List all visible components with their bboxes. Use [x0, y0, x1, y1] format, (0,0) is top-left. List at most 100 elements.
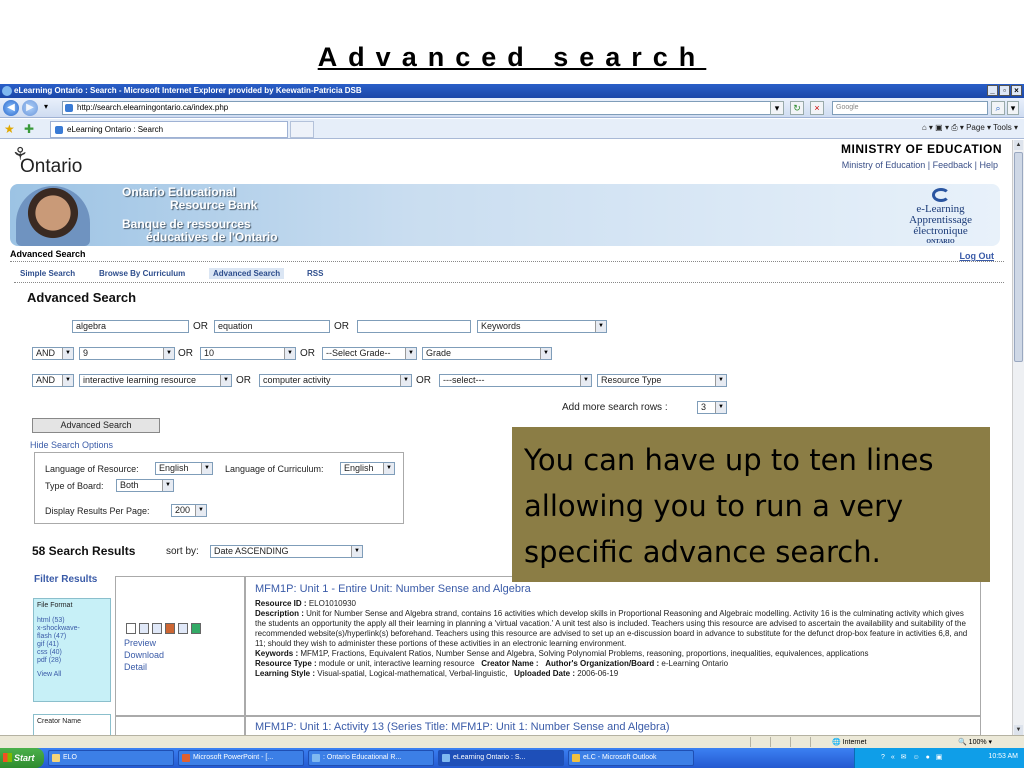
operator-select-3[interactable]: AND — [32, 374, 74, 387]
search-term-1[interactable]: algebra — [72, 320, 189, 333]
field-select-3[interactable]: Resource Type — [597, 374, 727, 387]
search-icon[interactable]: ⌕ — [991, 101, 1005, 115]
slide-title: Advanced search — [317, 42, 707, 72]
filter-option[interactable]: pdf (28) — [37, 657, 107, 665]
add-favorite-icon[interactable]: ✚ — [24, 122, 34, 136]
command-bar[interactable]: ⌂ ▾ ▣ ▾ ⎙ ▾ Page ▾ Tools ▾ — [922, 123, 1018, 133]
per-page-select[interactable]: 200 — [171, 504, 207, 517]
student-photo — [16, 186, 90, 246]
format-icons — [126, 623, 201, 634]
lang-curriculum-select[interactable]: English — [340, 462, 395, 475]
taskbar-item-elearning[interactable]: eLearning Ontario : S... — [438, 750, 564, 766]
download-link[interactable]: Download — [124, 649, 164, 661]
scroll-up-icon[interactable]: ▲ — [1014, 140, 1023, 150]
status-segment — [750, 737, 768, 747]
restore-button[interactable]: ▫ — [999, 85, 1010, 96]
resource-id: ELO1010930 — [308, 599, 356, 608]
address-dropdown-button[interactable]: ▾ — [770, 101, 784, 115]
board-label: Type of Board: — [45, 481, 104, 491]
scroll-thumb[interactable] — [1014, 152, 1023, 362]
or-label: OR — [236, 375, 251, 386]
grade-select-2[interactable]: 10 — [200, 347, 296, 360]
board-select[interactable]: Both — [116, 479, 174, 492]
print-icon[interactable]: ⎙ ▾ — [951, 123, 964, 132]
refresh-icon[interactable]: ↻ — [790, 101, 804, 115]
section-title-row: Advanced Search Log Out — [10, 249, 1004, 262]
address-input[interactable]: http://search.elearningontario.ca/index.… — [62, 101, 784, 115]
hide-options-link[interactable]: Hide Search Options — [30, 440, 113, 450]
detail-link[interactable]: Detail — [124, 661, 164, 673]
field-select-1[interactable]: Keywords — [477, 320, 607, 333]
lang-resource-label: Language of Resource: — [45, 464, 139, 474]
banner-french: Banque de ressources éducatives de l'Ont… — [122, 217, 278, 244]
view-all-link[interactable]: View All — [37, 671, 107, 679]
resource-select-2[interactable]: computer activity — [259, 374, 412, 387]
css-icon — [178, 623, 188, 634]
filter-option[interactable]: flash (47) — [37, 633, 107, 641]
result-item-2-title[interactable]: MFM1P: Unit 1: Activity 13 (Series Title… — [245, 716, 981, 735]
add-rows-select[interactable]: 3 — [697, 401, 727, 414]
minimize-button[interactable]: _ — [987, 85, 998, 96]
scroll-down-icon[interactable]: ▼ — [1014, 725, 1023, 735]
or-label: OR — [334, 321, 349, 332]
start-button[interactable]: Start — [0, 748, 44, 768]
search-term-3[interactable] — [357, 320, 471, 333]
html-icon — [139, 623, 149, 634]
nav-tabs: Simple Search Browse By Curriculum Advan… — [14, 266, 1004, 283]
filter-option[interactable]: x-shockwave- — [37, 625, 107, 633]
operator-select-2[interactable]: AND — [32, 347, 74, 360]
filter-title: Filter Results — [34, 574, 98, 585]
banner: Ontario Educational Resource Bank Banque… — [10, 184, 1000, 246]
new-tab-button[interactable] — [290, 121, 314, 138]
result-title[interactable]: MFM1P: Unit 1 - Entire Unit: Number Sens… — [255, 583, 971, 596]
creator-filter: Creator Name — [33, 714, 111, 735]
grade-select-1[interactable]: 9 — [79, 347, 175, 360]
ie-logo-icon — [2, 86, 12, 96]
preview-link[interactable]: Preview — [124, 637, 164, 649]
taskbar-item-outlook[interactable]: eLC - Microsoft Outlook — [568, 750, 694, 766]
form-heading: Advanced Search — [27, 290, 137, 305]
resource-select-1[interactable]: interactive learning resource — [79, 374, 232, 387]
feeds-icon[interactable]: ▣ ▾ — [935, 123, 949, 132]
logout-link[interactable]: Log Out — [960, 251, 995, 261]
tray-icons[interactable]: ? « ✉ ☺ ● ▣ — [881, 753, 944, 761]
back-icon[interactable]: ◀ — [3, 100, 19, 116]
home-icon[interactable]: ⌂ ▾ — [922, 123, 933, 132]
history-dropdown-icon[interactable]: ▾ — [44, 102, 48, 111]
filter-option[interactable]: css (40) — [37, 649, 107, 657]
grade-select-3[interactable]: --Select Grade-- — [322, 347, 417, 360]
resource-select-3[interactable]: ---select--- — [439, 374, 592, 387]
advanced-search-button[interactable]: Advanced Search — [32, 418, 160, 433]
window-title: eLearning Ontario : Search - Microsoft I… — [14, 86, 362, 95]
search-input[interactable]: Google — [832, 101, 988, 115]
filter-option[interactable]: gif (41) — [37, 641, 107, 649]
tab-browse-curriculum[interactable]: Browse By Curriculum — [95, 268, 189, 279]
taskbar-item-ontario[interactable]: : Ontario Educational R... — [308, 750, 434, 766]
forward-icon[interactable]: ▶ — [22, 100, 38, 116]
per-page-label: Display Results Per Page: — [45, 506, 150, 516]
lang-resource-select[interactable]: English — [155, 462, 213, 475]
search-options-box: Language of Resource: English Language o… — [34, 452, 404, 524]
ministry-links[interactable]: Ministry of Education | Feedback | Help — [842, 160, 998, 170]
sort-select[interactable]: Date ASCENDING — [210, 545, 363, 558]
search-options-button[interactable]: ▾ — [1007, 101, 1019, 115]
or-label: OR — [178, 348, 193, 359]
file-format-filter: File Format html (53) x-shockwave- flash… — [33, 598, 111, 702]
page-scrollbar[interactable]: ▲ ▼ — [1012, 140, 1024, 735]
filter-option[interactable]: html (53) — [37, 617, 107, 625]
taskbar-item-elo[interactable]: ELO — [48, 750, 174, 766]
powerpoint-icon — [182, 754, 190, 762]
ontario-logo[interactable]: ⚘ Ontario — [12, 144, 82, 178]
close-button[interactable]: × — [1011, 85, 1022, 96]
field-select-2[interactable]: Grade — [422, 347, 552, 360]
stop-icon[interactable]: × — [810, 101, 824, 115]
tab-rss[interactable]: RSS — [303, 268, 327, 279]
search-term-2[interactable]: equation — [214, 320, 330, 333]
tab-simple-search[interactable]: Simple Search — [16, 268, 79, 279]
section-title: Advanced Search — [10, 249, 86, 259]
tab-advanced-search[interactable]: Advanced Search — [209, 268, 285, 279]
tab-elearning-search[interactable]: eLearning Ontario : Search — [50, 121, 288, 138]
zoom-control[interactable]: 🔍 100% ▾ — [958, 738, 992, 746]
taskbar-item-powerpoint[interactable]: Microsoft PowerPoint - [... — [178, 750, 304, 766]
favorites-star-icon[interactable]: ★ — [4, 122, 15, 136]
